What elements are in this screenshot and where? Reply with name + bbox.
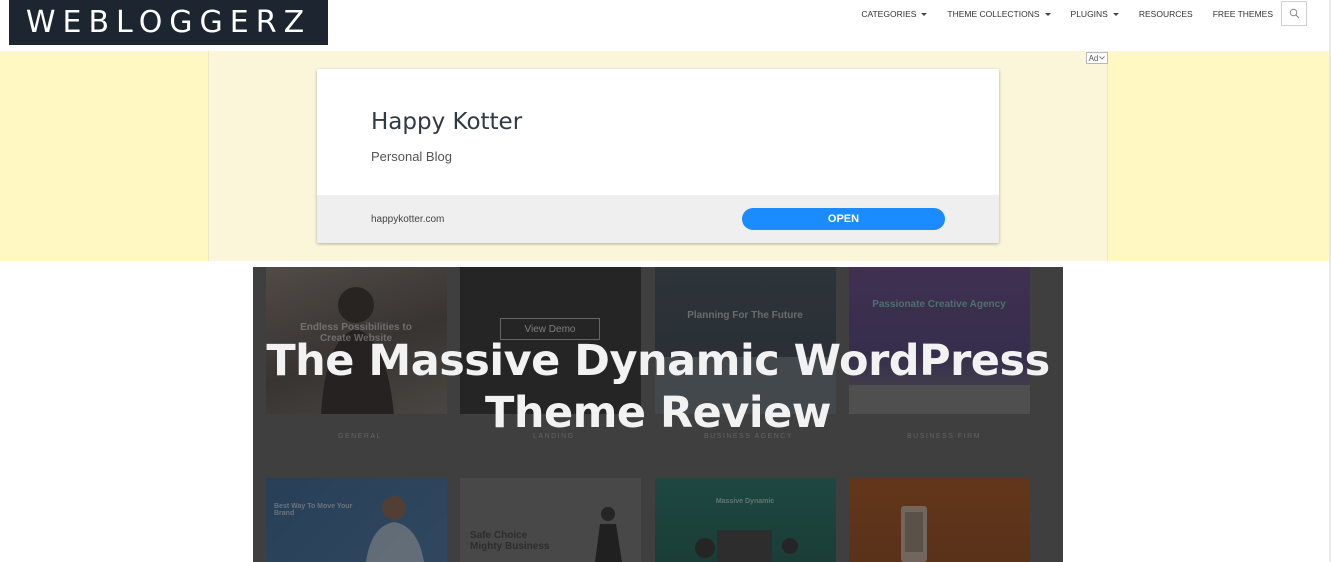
main-nav: CATEGORIES THEME COLLECTIONS PLUGINS RES… <box>841 0 1273 28</box>
caret-down-icon <box>1044 12 1051 16</box>
logo-text: WEBLOGGERZ <box>25 5 312 40</box>
site-header: WEBLOGGERZ CATEGORIES THEME COLLECTIONS … <box>0 0 1331 51</box>
page: WEBLOGGERZ CATEGORIES THEME COLLECTIONS … <box>0 0 1331 562</box>
nav-item-label: THEME COLLECTIONS <box>947 9 1040 19</box>
nav-item-label: RESOURCES <box>1138 9 1193 19</box>
search-icon <box>1289 8 1299 19</box>
ad-url[interactable]: happykotter.com <box>371 214 444 225</box>
ad-title[interactable]: Happy Kotter <box>371 109 522 135</box>
hero-title[interactable]: The Massive Dynamic WordPress Theme Revi… <box>253 335 1063 439</box>
nav-item-label: CATEGORIES <box>861 9 917 19</box>
ad-open-button[interactable]: OPEN <box>742 208 945 230</box>
site-logo[interactable]: WEBLOGGERZ <box>9 0 328 45</box>
nav-item-label: PLUGINS <box>1070 9 1108 19</box>
caret-down-icon <box>1112 12 1119 16</box>
ad-badge-label: Ad <box>1088 53 1099 63</box>
hero-featured-image[interactable]: Endless Possibilities to Create Website … <box>253 267 1063 562</box>
nav-item-theme-collections[interactable]: THEME COLLECTIONS <box>947 9 1051 19</box>
ad-subtitle: Personal Blog <box>371 149 452 164</box>
nav-item-categories[interactable]: CATEGORIES <box>861 9 928 19</box>
nav-item-resources[interactable]: RESOURCES <box>1139 9 1193 19</box>
ad-choices-badge[interactable]: Ad <box>1086 52 1108 64</box>
chevron-down-icon <box>1099 56 1106 60</box>
search-button[interactable] <box>1281 1 1307 26</box>
nav-item-plugins[interactable]: PLUGINS <box>1071 9 1119 19</box>
nav-item-label: FREE THEMES <box>1212 9 1273 19</box>
ad-footer: happykotter.com OPEN <box>317 195 999 243</box>
nav-item-free-themes[interactable]: FREE THEMES <box>1213 9 1273 19</box>
caret-down-icon <box>921 12 928 16</box>
ad-card[interactable]: Happy Kotter Personal Blog happykotter.c… <box>317 69 999 243</box>
